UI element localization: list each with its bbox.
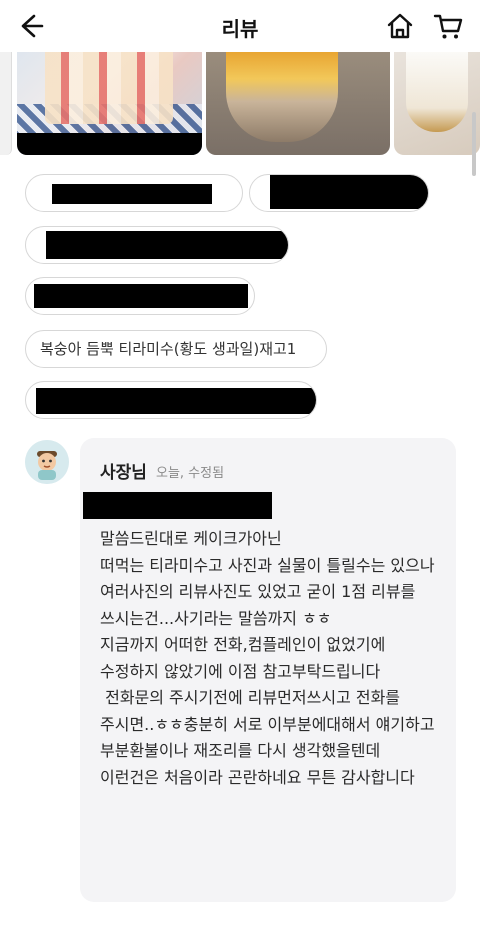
option-chip xyxy=(25,174,243,212)
review-photo-strip[interactable] xyxy=(0,52,480,156)
reply-meta: 오늘, 수정됨 xyxy=(156,466,225,481)
redaction-bar xyxy=(36,388,316,414)
scrollbar[interactable] xyxy=(472,112,476,176)
photo-cream-cup xyxy=(406,52,468,132)
photo-cake xyxy=(45,52,173,124)
option-chip: 복숭아 듬뿍 티라미수(황도 생과일)재고1 xyxy=(25,330,327,368)
option-chip xyxy=(25,277,255,315)
option-chip-label: 복숭아 듬뿍 티라미수(황도 생과일)재고1 xyxy=(40,340,297,358)
review-photo[interactable] xyxy=(394,52,480,155)
owner-name: 사장님 xyxy=(100,463,147,483)
home-icon[interactable] xyxy=(384,10,416,42)
redaction-bar xyxy=(83,492,272,519)
option-chip xyxy=(25,226,289,264)
photo-dessert-cup xyxy=(226,52,338,142)
redaction-bar xyxy=(270,175,428,209)
app-header: 리뷰 xyxy=(0,0,480,52)
redaction-bar xyxy=(52,184,212,204)
redaction-bar xyxy=(46,231,288,259)
review-photo[interactable] xyxy=(206,52,390,155)
review-photo-partial[interactable] xyxy=(0,52,12,155)
owner-avatar xyxy=(25,440,69,484)
review-photo[interactable] xyxy=(17,52,202,155)
owner-reply-text: 말씀드린대로 케이크가아닌 떠먹는 티라미수고 사진과 실물이 틀릴수는 있으나… xyxy=(100,529,435,787)
cart-icon[interactable] xyxy=(432,10,464,42)
option-chip xyxy=(249,174,429,212)
redaction-bar xyxy=(34,284,248,308)
option-chip xyxy=(25,381,317,419)
redaction-bar xyxy=(17,133,202,155)
